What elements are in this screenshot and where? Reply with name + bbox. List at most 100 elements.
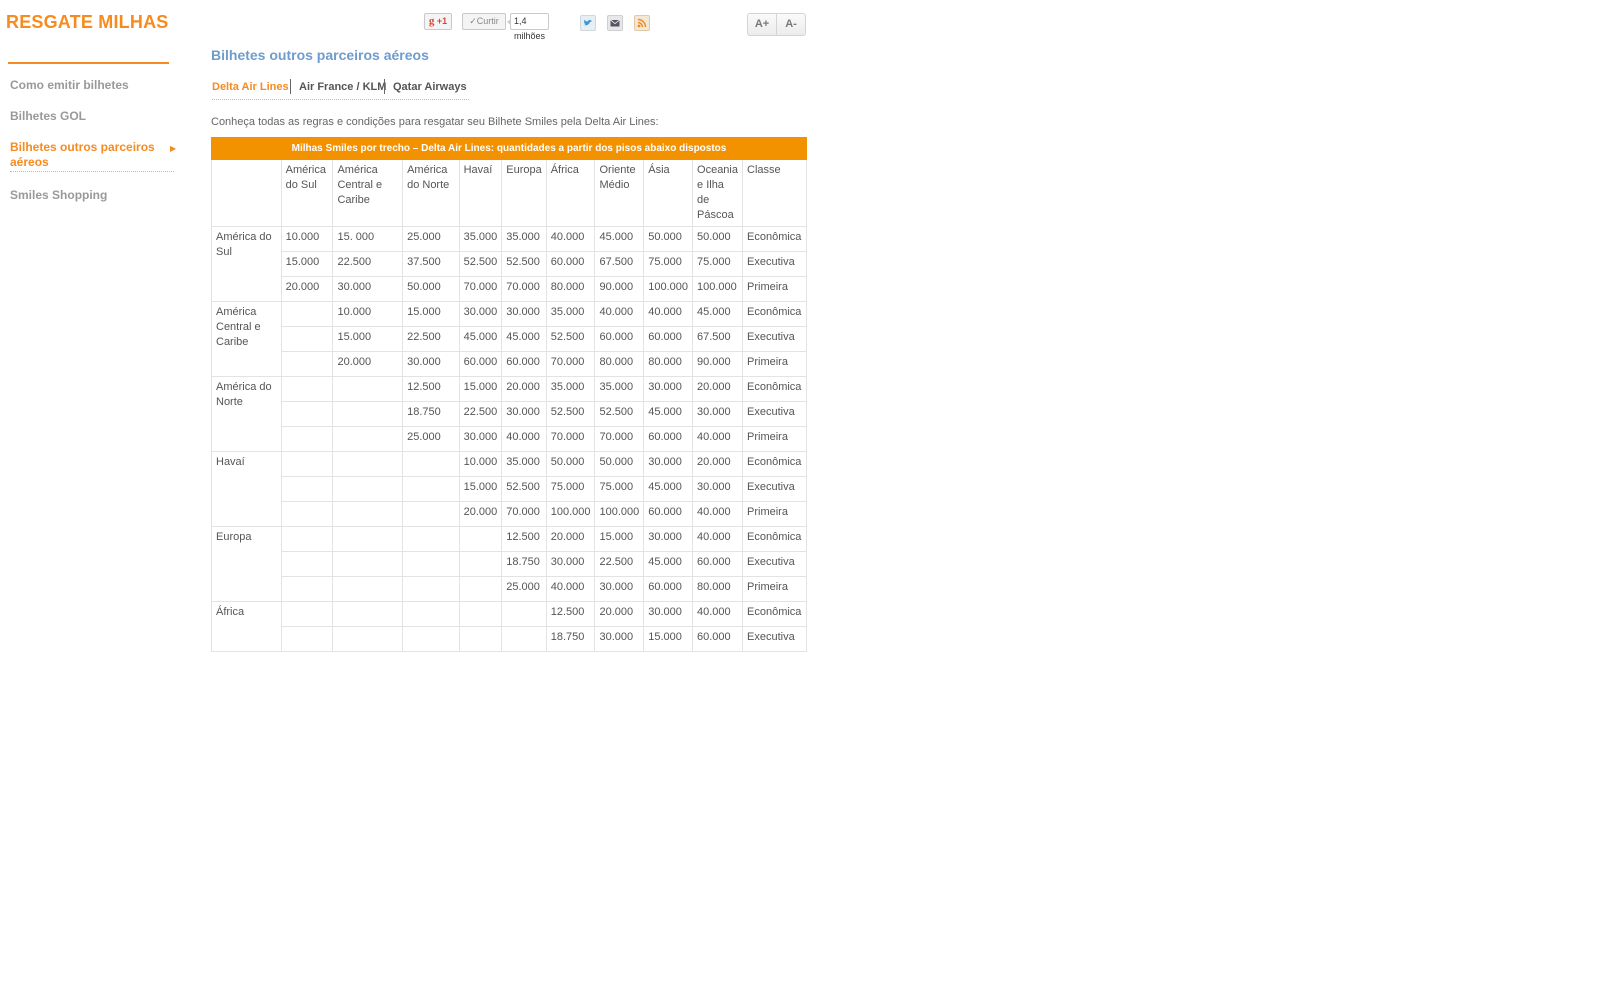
miles-cell: 35.000	[594, 376, 645, 402]
tab-delta[interactable]: Delta Air Lines	[212, 81, 289, 93]
google-plus-icon: g	[428, 15, 435, 27]
miles-cell: 45.000	[643, 551, 694, 577]
miles-cell: 30.000	[458, 301, 503, 327]
miles-cell	[280, 301, 334, 327]
region-cell: América Central e Caribe	[211, 301, 282, 377]
miles-cell: 20.000	[501, 376, 547, 402]
sidebar-item-como-emitir[interactable]: Como emitir bilhetes	[10, 78, 174, 93]
miles-cell: 20.000	[458, 501, 503, 527]
table-row: 25.000 40.000 30.000 60.000 80.000 Primeira	[212, 576, 807, 602]
miles-cell: 45.000	[643, 401, 694, 427]
miles-cell: 60.000	[501, 351, 547, 377]
miles-cell: 20.000	[332, 351, 404, 377]
miles-cell	[501, 601, 547, 627]
class-cell: Executiva	[742, 626, 807, 652]
miles-cell	[332, 576, 404, 602]
miles-cell: 12.500	[501, 526, 547, 552]
miles-cell: 35.000	[501, 451, 547, 477]
miles-cell: 50.000	[594, 451, 645, 477]
miles-cell: 22.500	[458, 401, 503, 427]
miles-cell: 12.500	[545, 601, 596, 627]
miles-cell: 35.000	[458, 226, 503, 252]
miles-cell: 40.000	[545, 576, 596, 602]
miles-cell	[280, 401, 334, 427]
sidebar-item-outros-parceiros[interactable]: Bilhetes outros parceiros aéreos ▶	[10, 140, 176, 172]
rss-icon[interactable]	[634, 15, 650, 31]
miles-cell: 30.000	[501, 301, 547, 327]
tab-qatar[interactable]: Qatar Airways	[393, 81, 467, 93]
miles-cell: 100.000	[594, 501, 645, 527]
miles-cell: 60.000	[643, 501, 694, 527]
google-plus-button[interactable]: g +1	[424, 13, 452, 30]
miles-cell: 100.000	[643, 276, 694, 302]
font-size-controls: A+ A-	[747, 13, 806, 36]
miles-cell: 10.000	[458, 451, 503, 477]
header-cell	[211, 159, 282, 227]
miles-cell: 60.000	[594, 326, 645, 352]
class-cell: Econômica	[742, 451, 807, 477]
like-count: 1,4 milhões	[506, 13, 550, 41]
table-row: América do Norte 12.500 15.000 20.000 35.000…	[211, 376, 807, 452]
miles-cell: 100.000	[692, 276, 743, 302]
miles-cell: 50.000	[643, 226, 694, 252]
class-cell: Primeira	[742, 351, 807, 377]
miles-cell: 70.000	[545, 351, 596, 377]
table-body: América do Sul América Central e Caribe …	[211, 159, 807, 652]
font-decrease-button[interactable]: A-	[776, 14, 805, 35]
miles-cell: 30.000	[643, 601, 694, 627]
airline-tabs: Delta Air Lines Air France / KLM Qatar A…	[212, 79, 469, 100]
class-cell: Econômica	[742, 526, 807, 552]
miles-cell: 45.000	[458, 326, 503, 352]
miles-cell: 75.000	[692, 251, 743, 277]
miles-cell: 12.500	[402, 376, 460, 402]
miles-cell	[332, 426, 404, 452]
miles-cell: 50.000	[545, 451, 596, 477]
table-row: América do Sul 10.000 15. 000 25.000 35.000 3…	[211, 226, 807, 302]
miles-cell: 40.000	[692, 526, 743, 552]
header-cell: Havaí	[458, 159, 503, 227]
miles-cell: 30.000	[458, 426, 503, 452]
miles-cell	[402, 626, 460, 652]
table-row: 20.000 70.000 100.000 100.000 60.000 40.000 Pr…	[212, 501, 807, 527]
miles-cell: 37.500	[402, 251, 460, 277]
miles-cell: 30.000	[545, 551, 596, 577]
sidebar-item-smiles-shopping[interactable]: Smiles Shopping	[10, 188, 174, 203]
miles-cell: 70.000	[501, 501, 547, 527]
table-row: 15.000 22.500 45.000 45.000 52.500 60.000 60.0…	[212, 326, 807, 352]
class-cell: Econômica	[742, 226, 807, 252]
twitter-icon[interactable]	[580, 15, 596, 31]
sidebar-divider	[8, 62, 169, 64]
miles-cell	[402, 476, 460, 502]
miles-cell	[280, 601, 334, 627]
table-row: 15.000 22.500 37.500 52.500 52.500 60.000 67.5…	[212, 251, 807, 277]
region-cell: África	[211, 601, 282, 652]
miles-cell: 30.000	[643, 376, 694, 402]
miles-cell	[332, 551, 404, 577]
intro-text: Conheça todas as regras e condições para…	[211, 116, 659, 128]
miles-cell: 52.500	[501, 476, 547, 502]
class-cell: Econômica	[742, 301, 807, 327]
miles-cell: 15. 000	[332, 226, 404, 252]
sidebar-item-bilhetes-gol[interactable]: Bilhetes GOL	[10, 109, 174, 124]
miles-cell: 35.000	[545, 301, 596, 327]
table-row: 18.750 30.000 15.000 60.000 Executiva	[212, 626, 807, 652]
tab-air-france-klm[interactable]: Air France / KLM	[299, 81, 386, 93]
miles-cell: 80.000	[643, 351, 694, 377]
miles-cell	[280, 351, 334, 377]
miles-cell: 40.000	[692, 426, 743, 452]
miles-cell	[402, 501, 460, 527]
miles-cell: 20.000	[692, 376, 743, 402]
mail-icon[interactable]	[607, 15, 623, 31]
miles-cell: 35.000	[501, 226, 547, 252]
font-increase-button[interactable]: A+	[748, 14, 776, 35]
miles-cell	[280, 576, 334, 602]
like-button[interactable]: ✓Curtir	[462, 13, 506, 30]
miles-cell: 90.000	[594, 276, 645, 302]
miles-cell: 30.000	[332, 276, 404, 302]
check-icon: ✓	[469, 16, 477, 26]
miles-cell: 60.000	[545, 251, 596, 277]
miles-cell	[332, 451, 404, 477]
miles-cell: 70.000	[501, 276, 547, 302]
miles-cell: 45.000	[692, 301, 743, 327]
miles-cell	[280, 551, 334, 577]
